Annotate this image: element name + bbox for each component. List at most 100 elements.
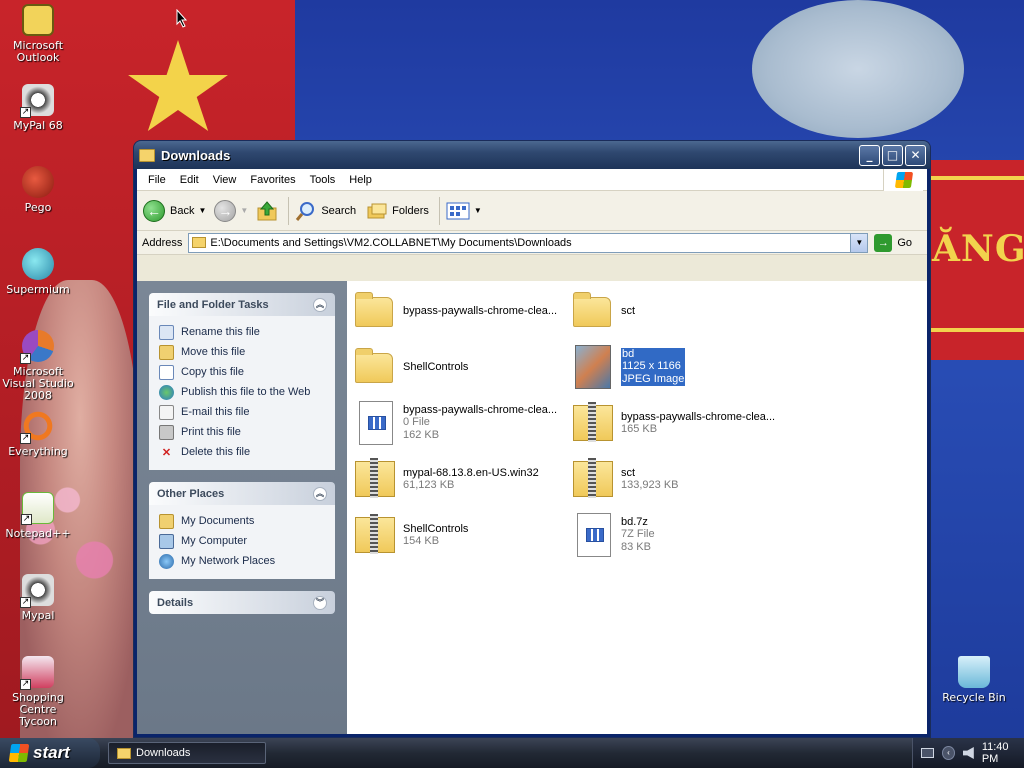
file-name: sct (621, 305, 636, 317)
desktop-icon-supermium[interactable]: Supermium (0, 248, 76, 296)
collapse-chevron-icon[interactable]: ︽ (313, 297, 327, 312)
clock[interactable]: 11:40 PM (982, 741, 1024, 765)
jpeg-image-icon (569, 343, 617, 391)
collapse-chevron-icon[interactable]: ︽ (313, 486, 327, 501)
place-label: My Documents (181, 515, 255, 527)
views-dropdown-icon[interactable]: ▼ (474, 206, 482, 215)
file-item[interactable]: sct 133,923 KB (569, 455, 779, 503)
folder-icon (192, 237, 207, 248)
desktop-icon-label: Mypal (21, 609, 55, 622)
file-item[interactable]: bypass-paywalls-chrome-clea... 165 KB (569, 399, 779, 447)
menu-file[interactable]: File (141, 172, 173, 188)
notepadpp-icon: ↗ (21, 492, 54, 525)
go-label: Go (897, 236, 913, 249)
place-my-documents[interactable]: My Documents (159, 511, 327, 531)
file-item-selected[interactable]: bd 1125 x 1166 JPEG Image (569, 343, 779, 391)
address-field[interactable]: E:\Documents and Settings\VM2.COLLABNET\… (188, 232, 869, 253)
supermium-icon (22, 248, 54, 280)
file-item[interactable]: bd.7z 7Z File 83 KB (569, 511, 779, 559)
task-label: Publish this file to the Web (181, 386, 311, 398)
file-folder-tasks-panel: File and Folder Tasks ︽ Rename this file… (149, 293, 335, 470)
forward-dropdown-icon[interactable]: ▼ (240, 206, 248, 215)
task-email[interactable]: E-mail this file (159, 402, 327, 422)
views-button[interactable]: ▼ (446, 201, 486, 221)
taskbar-item-downloads[interactable]: Downloads (108, 742, 266, 764)
menu-help[interactable]: Help (342, 172, 379, 188)
panel-header[interactable]: File and Folder Tasks ︽ (149, 293, 335, 316)
desktop-icon-everything[interactable]: ↗ Everything (0, 410, 76, 458)
up-folder-button[interactable] (256, 200, 278, 222)
place-network[interactable]: My Network Places (159, 551, 327, 571)
folders-button[interactable]: Folders (366, 200, 429, 222)
file-item[interactable]: ShellControls (351, 343, 561, 391)
speaker-icon[interactable] (962, 747, 974, 759)
menu-edit[interactable]: Edit (173, 172, 206, 188)
task-label: Print this file (181, 426, 241, 438)
show-hidden-icons-chevron-icon[interactable]: ‹ (941, 746, 955, 760)
file-item[interactable]: sct (569, 287, 779, 335)
menu-view[interactable]: View (206, 172, 244, 188)
file-item[interactable]: bypass-paywalls-chrome-clea... 0 File 16… (351, 399, 561, 447)
forward-button[interactable]: → ▼ (214, 199, 252, 222)
mouse-cursor-icon (176, 9, 188, 28)
outlook-icon (22, 4, 54, 36)
toolbar-separator (438, 196, 440, 225)
back-dropdown-icon[interactable]: ▼ (198, 206, 206, 215)
print-icon (159, 424, 174, 440)
search-button[interactable]: Search (295, 200, 356, 222)
place-my-computer[interactable]: My Computer (159, 531, 327, 551)
minimize-button[interactable]: _ (859, 144, 880, 166)
panel-body: My Documents My Computer My Network Plac… (149, 505, 335, 579)
task-print[interactable]: Print this file (159, 422, 327, 442)
mypal-icon: ↗ (20, 84, 54, 118)
go-button[interactable]: → Go (874, 233, 913, 252)
windows-logo (883, 169, 923, 191)
email-icon (159, 404, 174, 420)
task-rename[interactable]: Rename this file (159, 322, 327, 342)
file-name: bd (621, 348, 686, 360)
file-item[interactable]: ShellControls 154 KB (351, 511, 561, 559)
task-pane: File and Folder Tasks ︽ Rename this file… (137, 281, 347, 734)
maximize-button[interactable]: □ (882, 144, 903, 166)
desktop-icon-recycle-bin[interactable]: Recycle Bin (936, 656, 1012, 704)
zip-folder-icon (569, 399, 617, 447)
desktop-icon-mypal68[interactable]: ↗ MyPal 68 (0, 84, 76, 132)
task-delete[interactable]: ✕ Delete this file (159, 442, 327, 462)
explorer-window[interactable]: Downloads _ □ ✕ File Edit View Favorites… (133, 140, 931, 738)
task-copy[interactable]: Copy this file (159, 362, 327, 382)
panel-header[interactable]: Other Places ︽ (149, 482, 335, 505)
everything-icon: ↗ (20, 410, 54, 444)
file-item[interactable]: mypal-68.13.8.en-US.win32 61,123 KB (351, 455, 561, 503)
mypal-icon: ↗ (20, 574, 54, 608)
desktop-icon-notepadpp[interactable]: ↗ Notepad++ (0, 492, 76, 540)
keyboard-icon[interactable] (921, 748, 934, 758)
desktop-icon-shopping-tycoon[interactable]: ↗ Shopping Centre Tycoon (0, 656, 76, 728)
back-arrow-icon: ← (143, 199, 165, 222)
panel-header[interactable]: Details ︾ (149, 591, 335, 614)
address-dropdown-icon[interactable]: ▼ (850, 233, 868, 252)
close-button[interactable]: ✕ (905, 144, 926, 166)
panel-title: Details (157, 596, 194, 609)
task-move[interactable]: Move this file (159, 342, 327, 362)
taskbar-item-label: Downloads (136, 747, 191, 759)
network-places-icon (159, 553, 174, 569)
start-button[interactable]: start (0, 738, 100, 768)
task-label: Rename this file (181, 326, 260, 338)
my-computer-icon (159, 533, 174, 549)
desktop-icon-outlook[interactable]: Microsoft Outlook (0, 4, 76, 64)
folders-icon (367, 203, 387, 218)
desktop-icon-pego[interactable]: Pego (0, 166, 76, 214)
task-publish[interactable]: Publish this file to the Web (159, 382, 327, 402)
expand-chevron-icon[interactable]: ︾ (313, 595, 327, 610)
toolbar-separator (288, 196, 290, 225)
zip-folder-icon (351, 511, 399, 559)
menu-tools[interactable]: Tools (303, 172, 343, 188)
title-bar[interactable]: Downloads _ □ ✕ (134, 141, 930, 169)
desktop-icon-mypal[interactable]: ↗ Mypal (0, 574, 76, 622)
file-item[interactable]: bypass-paywalls-chrome-clea... (351, 287, 561, 335)
file-name: bd.7z (621, 516, 648, 528)
back-button[interactable]: ← Back ▼ (143, 199, 210, 222)
desktop-icon-label: Microsoft Visual Studio 2008 (2, 365, 74, 402)
desktop-icon-visual-studio[interactable]: ↗ Microsoft Visual Studio 2008 (0, 330, 76, 402)
menu-favorites[interactable]: Favorites (243, 172, 302, 188)
